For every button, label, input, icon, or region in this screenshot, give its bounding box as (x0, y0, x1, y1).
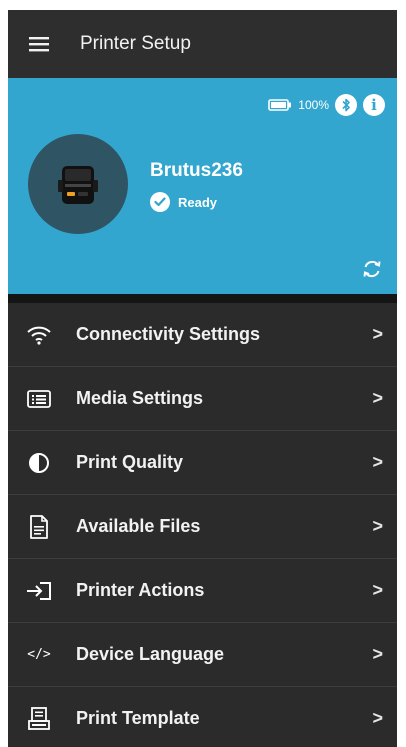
chevron-right-icon: > (372, 452, 383, 472)
menu-item-print-template[interactable]: Print Template > (8, 687, 397, 747)
code-icon: </> (24, 642, 54, 668)
menu-item-printer-actions[interactable]: Printer Actions > (8, 559, 397, 623)
printer-status-card[interactable]: 100% i Brutus236 Ready (8, 78, 397, 294)
menu-item-media-settings[interactable]: Media Settings > (8, 367, 397, 431)
chevron-right-icon: > (372, 644, 383, 664)
status-indicators: 100% i (268, 94, 385, 116)
contrast-icon (24, 450, 54, 476)
printer-device-icon (58, 166, 98, 204)
menu-item-label: Printer Actions (76, 580, 205, 600)
file-icon (24, 514, 54, 540)
info-icon[interactable]: i (363, 94, 385, 116)
menu-item-label: Available Files (76, 516, 201, 536)
app-header: Printer Setup (8, 10, 397, 78)
status-label: Ready (178, 194, 218, 210)
chevron-right-icon: > (372, 580, 383, 600)
template-printer-icon (24, 706, 54, 732)
refresh-icon[interactable] (361, 258, 383, 280)
chevron-right-icon: > (372, 388, 383, 408)
menu-item-label: Device Language (76, 644, 225, 664)
menu-item-label: Media Settings (76, 388, 204, 408)
battery-icon (268, 99, 292, 111)
menu-item-label: Connectivity Settings (76, 324, 261, 344)
check-circle-icon (150, 192, 170, 212)
code-glyph: </> (27, 647, 51, 662)
chevron-right-icon: > (372, 324, 383, 344)
menu-item-available-files[interactable]: Available Files > (8, 495, 397, 559)
page-title: Printer Setup (80, 33, 191, 54)
battery-percent: 100% (298, 98, 329, 112)
media-list-icon (24, 386, 54, 412)
printer-setup-screen: Printer Setup 100% i Brutus236 Ready Con… (8, 10, 397, 747)
menu-item-label: Print Quality (76, 452, 184, 472)
device-name: Brutus236 (150, 160, 243, 181)
section-divider (8, 294, 397, 303)
settings-menu: Connectivity Settings > Media Settings > (8, 303, 397, 747)
printer-avatar (28, 134, 128, 234)
menu-item-device-language[interactable]: </> Device Language > (8, 623, 397, 687)
menu-item-label: Print Template (76, 708, 200, 728)
bluetooth-icon (335, 94, 357, 116)
menu-item-connectivity-settings[interactable]: Connectivity Settings > (8, 303, 397, 367)
wifi-icon (24, 322, 54, 348)
hamburger-icon[interactable] (24, 29, 54, 59)
menu-item-print-quality[interactable]: Print Quality > (8, 431, 397, 495)
device-status: Ready (150, 192, 217, 212)
enter-arrow-icon (24, 578, 54, 604)
chevron-right-icon: > (372, 516, 383, 536)
chevron-right-icon: > (372, 708, 383, 728)
